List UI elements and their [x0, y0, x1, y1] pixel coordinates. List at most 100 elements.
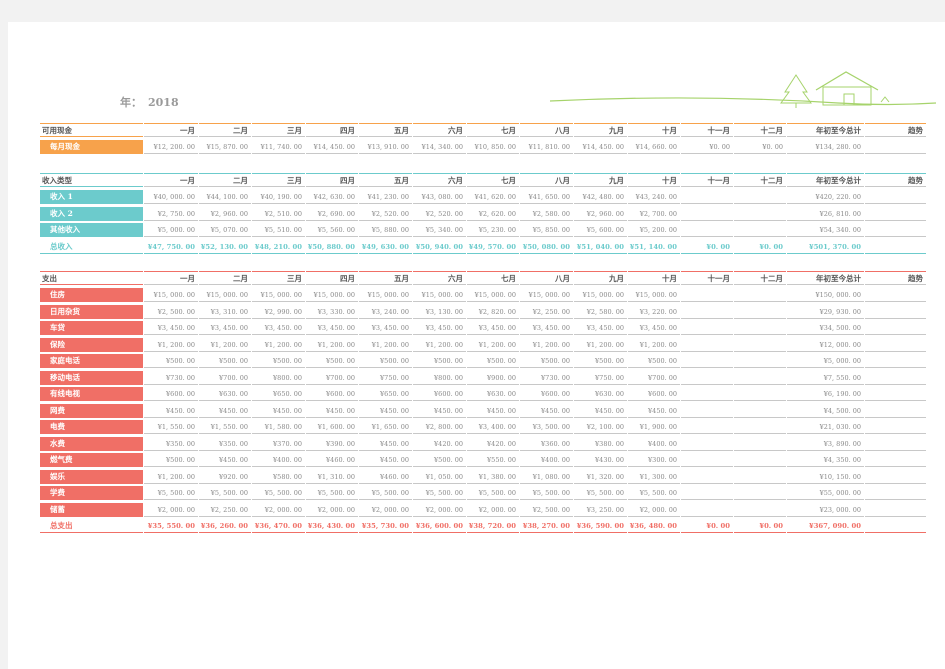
month-value-cell[interactable]: ¥36, 600. 00: [413, 519, 466, 533]
trend-cell[interactable]: [865, 321, 926, 335]
ytd-total-cell[interactable]: ¥150, 000. 00: [787, 288, 864, 302]
trend-cell[interactable]: [865, 288, 926, 302]
month-value-cell[interactable]: [681, 338, 733, 352]
month-value-cell[interactable]: ¥44, 100. 00: [199, 190, 251, 204]
month-value-cell[interactable]: ¥3, 450. 00: [574, 321, 627, 335]
month-value-cell[interactable]: ¥15, 000. 00: [199, 288, 251, 302]
month-value-cell[interactable]: ¥5, 230. 00: [467, 223, 519, 237]
month-value-cell[interactable]: ¥450. 00: [199, 404, 251, 418]
month-value-cell[interactable]: ¥600. 00: [144, 387, 198, 401]
month-value-cell[interactable]: ¥600. 00: [628, 387, 680, 401]
ytd-total-cell[interactable]: ¥54, 340. 00: [787, 223, 864, 237]
month-value-cell[interactable]: ¥500. 00: [520, 354, 573, 368]
month-value-cell[interactable]: ¥500. 00: [574, 354, 627, 368]
month-value-cell[interactable]: ¥14, 450. 00: [306, 140, 358, 154]
row-label[interactable]: 水费: [40, 436, 143, 451]
month-value-cell[interactable]: ¥40, 000. 00: [144, 190, 198, 204]
month-value-cell[interactable]: ¥600. 00: [413, 387, 466, 401]
month-value-cell[interactable]: ¥5, 340. 00: [413, 223, 466, 237]
row-label[interactable]: 保险: [40, 337, 143, 352]
month-value-cell[interactable]: ¥3, 450. 00: [413, 321, 466, 335]
trend-cell[interactable]: [865, 207, 926, 221]
ytd-total-cell[interactable]: ¥134, 280. 00: [787, 140, 864, 154]
month-value-cell[interactable]: ¥1, 380. 00: [467, 470, 519, 484]
month-value-cell[interactable]: ¥630. 00: [574, 387, 627, 401]
ytd-total-cell[interactable]: ¥6, 190. 00: [787, 387, 864, 401]
ytd-total-cell[interactable]: ¥29, 930. 00: [787, 305, 864, 319]
month-value-cell[interactable]: ¥450. 00: [520, 404, 573, 418]
month-value-cell[interactable]: ¥5, 500. 00: [628, 486, 680, 500]
month-value-cell[interactable]: ¥10, 850. 00: [467, 140, 519, 154]
month-value-cell[interactable]: ¥700. 00: [628, 371, 680, 385]
month-value-cell[interactable]: [734, 288, 786, 302]
month-value-cell[interactable]: ¥43, 240. 00: [628, 190, 680, 204]
ytd-total-cell[interactable]: ¥3, 890. 00: [787, 437, 864, 451]
month-value-cell[interactable]: ¥5, 500. 00: [574, 486, 627, 500]
month-value-cell[interactable]: ¥2, 520. 00: [413, 207, 466, 221]
trend-cell[interactable]: [865, 240, 926, 254]
trend-cell[interactable]: [865, 190, 926, 204]
month-value-cell[interactable]: ¥5, 600. 00: [574, 223, 627, 237]
month-value-cell[interactable]: [734, 437, 786, 451]
month-value-cell[interactable]: ¥1, 900. 00: [628, 420, 680, 434]
month-value-cell[interactable]: ¥450. 00: [359, 453, 412, 467]
month-value-cell[interactable]: ¥900. 00: [467, 371, 519, 385]
month-value-cell[interactable]: ¥500. 00: [413, 354, 466, 368]
year-value[interactable]: 2018: [148, 96, 179, 109]
month-value-cell[interactable]: ¥40, 190. 00: [252, 190, 305, 204]
month-value-cell[interactable]: ¥2, 000. 00: [144, 503, 198, 517]
month-value-cell[interactable]: ¥500. 00: [628, 354, 680, 368]
month-value-cell[interactable]: ¥15, 000. 00: [144, 288, 198, 302]
row-label[interactable]: 收入 1: [40, 190, 143, 204]
month-value-cell[interactable]: ¥2, 750. 00: [144, 207, 198, 221]
month-value-cell[interactable]: [681, 404, 733, 418]
month-value-cell[interactable]: ¥1, 200. 00: [144, 338, 198, 352]
month-value-cell[interactable]: [681, 420, 733, 434]
month-value-cell[interactable]: ¥2, 000. 00: [306, 503, 358, 517]
month-value-cell[interactable]: ¥41, 650. 00: [520, 190, 573, 204]
month-value-cell[interactable]: ¥2, 580. 00: [574, 305, 627, 319]
month-value-cell[interactable]: ¥1, 200. 00: [520, 338, 573, 352]
month-value-cell[interactable]: ¥2, 580. 00: [520, 207, 573, 221]
month-value-cell[interactable]: [734, 420, 786, 434]
month-value-cell[interactable]: [681, 288, 733, 302]
month-value-cell[interactable]: ¥500. 00: [413, 453, 466, 467]
month-value-cell[interactable]: [681, 207, 733, 221]
month-value-cell[interactable]: ¥50, 940. 00: [413, 240, 466, 254]
month-value-cell[interactable]: [734, 321, 786, 335]
ytd-total-cell[interactable]: ¥34, 500. 00: [787, 321, 864, 335]
month-value-cell[interactable]: ¥0. 00: [681, 240, 733, 254]
month-value-cell[interactable]: ¥1, 320. 00: [574, 470, 627, 484]
month-value-cell[interactable]: ¥550. 00: [467, 453, 519, 467]
month-value-cell[interactable]: ¥49, 630. 00: [359, 240, 412, 254]
ytd-total-cell[interactable]: ¥26, 810. 00: [787, 207, 864, 221]
month-value-cell[interactable]: ¥3, 130. 00: [413, 305, 466, 319]
month-value-cell[interactable]: ¥3, 450. 00: [359, 321, 412, 335]
month-value-cell[interactable]: ¥48, 210. 00: [252, 240, 305, 254]
month-value-cell[interactable]: [681, 190, 733, 204]
month-value-cell[interactable]: ¥5, 560. 00: [306, 223, 358, 237]
month-value-cell[interactable]: ¥3, 250. 00: [574, 503, 627, 517]
ytd-total-cell[interactable]: ¥7, 550. 00: [787, 371, 864, 385]
month-value-cell[interactable]: [734, 223, 786, 237]
month-value-cell[interactable]: ¥500. 00: [252, 354, 305, 368]
month-value-cell[interactable]: ¥5, 500. 00: [359, 486, 412, 500]
month-value-cell[interactable]: ¥35, 730. 00: [359, 519, 412, 533]
row-label[interactable]: 移动电话: [40, 370, 143, 385]
month-value-cell[interactable]: [681, 470, 733, 484]
month-value-cell[interactable]: ¥5, 500. 00: [413, 486, 466, 500]
month-value-cell[interactable]: ¥400. 00: [628, 437, 680, 451]
month-value-cell[interactable]: ¥5, 880. 00: [359, 223, 412, 237]
row-label[interactable]: 住房: [40, 288, 143, 302]
month-value-cell[interactable]: [681, 437, 733, 451]
month-value-cell[interactable]: ¥14, 450. 00: [574, 140, 627, 154]
month-value-cell[interactable]: ¥2, 960. 00: [199, 207, 251, 221]
trend-cell[interactable]: [865, 404, 926, 418]
row-label[interactable]: 电费: [40, 420, 143, 434]
month-value-cell[interactable]: ¥5, 850. 00: [520, 223, 573, 237]
month-value-cell[interactable]: ¥420. 00: [413, 437, 466, 451]
month-value-cell[interactable]: ¥50, 080. 00: [520, 240, 573, 254]
month-value-cell[interactable]: ¥15, 000. 00: [413, 288, 466, 302]
row-label[interactable]: 收入 2: [40, 206, 143, 221]
month-value-cell[interactable]: ¥15, 870. 00: [199, 140, 251, 154]
